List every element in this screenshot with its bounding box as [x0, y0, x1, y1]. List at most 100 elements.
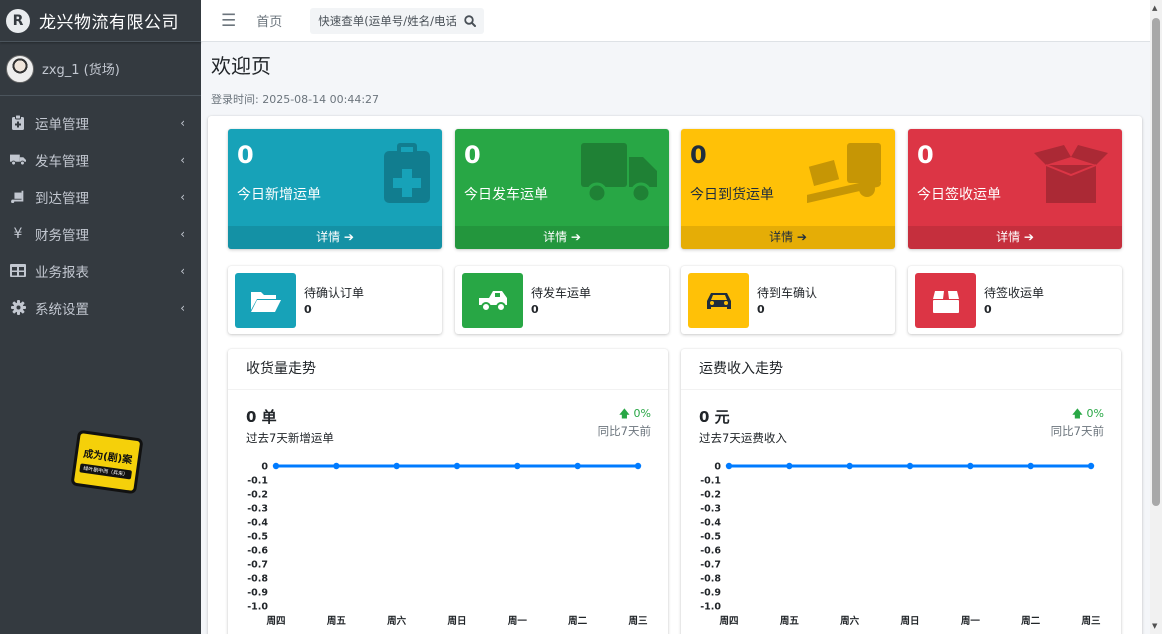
car-icon — [688, 273, 749, 328]
brand-logo: R — [6, 8, 30, 33]
quick-search — [310, 7, 485, 34]
info-box-pending-sign[interactable]: 待签收运单 0 — [908, 266, 1122, 334]
sidebar-item-finance[interactable]: ¥ 财务管理 ‹ — [0, 215, 201, 252]
data-point — [967, 462, 974, 470]
line-chart-freight-income: 0 -0.1 -0.2 -0.3 -0.4 -0.5 -0.6 -0.7 -0.8 -0.9 -1.… — [700, 462, 1101, 628]
x-tick-label: 周五 — [327, 616, 347, 627]
avatar — [6, 54, 34, 83]
info-value: 0 — [757, 303, 765, 316]
chevron-left-icon: ‹ — [180, 226, 185, 241]
divider — [681, 389, 1121, 390]
x-tick-label: 周三 — [628, 616, 648, 627]
data-point — [514, 462, 521, 470]
info-box-pending-confirm[interactable]: 待确认订单 0 — [228, 266, 442, 334]
search-icon[interactable] — [456, 14, 484, 27]
stat-value: 0 — [917, 141, 934, 169]
info-label: 待签收运单 — [984, 286, 1045, 300]
home-link[interactable]: 首页 — [256, 11, 282, 30]
details-link[interactable]: 详情 ➔ — [455, 226, 669, 249]
data-point — [786, 462, 793, 470]
user-panel[interactable]: zxg_1 (货场) — [0, 42, 201, 96]
stat-value: 0 — [464, 141, 481, 169]
user-name: zxg_1 (货场) — [42, 63, 120, 78]
truck-icon — [581, 143, 657, 207]
brand-name: 龙兴物流有限公司 — [39, 13, 179, 33]
y-tick-label: -0.2 — [700, 490, 721, 501]
brand-link[interactable]: R 龙兴物流有限公司 — [0, 0, 201, 42]
yen-icon: ¥ — [13, 225, 23, 242]
sidebar-item-label: 到达管理 — [35, 190, 89, 207]
chevron-left-icon: ‹ — [180, 115, 185, 130]
stat-label: 今日到货运单 — [690, 187, 774, 203]
dolly-icon — [10, 190, 26, 204]
y-tick-label: -0.3 — [700, 504, 721, 515]
data-point — [846, 462, 853, 470]
x-tick-label: 周一 — [508, 616, 528, 627]
stat-label: 今日签收运单 — [917, 187, 1001, 203]
stat-box-departed-today: 0 今日发车运单 详情 ➔ — [455, 129, 669, 249]
content-header: 欢迎页 登录时间: 2025-08-14 00:44:27 — [211, 50, 379, 107]
x-tick-label: 周日 — [900, 616, 919, 627]
info-label: 待确认订单 — [304, 286, 365, 300]
x-tick-label: 周五 — [780, 616, 800, 627]
y-tick-label: -0.8 — [700, 574, 721, 585]
stat-box-arrived-today: 0 今日到货运单 详情 ➔ — [681, 129, 895, 249]
info-label: 待发车运单 — [531, 286, 592, 300]
x-tick-label: 周二 — [568, 616, 588, 627]
divider — [228, 389, 668, 390]
sidebar-item-label: 发车管理 — [35, 153, 89, 170]
chart-subtitle: 过去7天新增运单 — [246, 431, 334, 445]
promo-title: 成为(剧)案 — [82, 448, 133, 467]
y-tick-label: -0.9 — [247, 588, 268, 599]
data-point — [1087, 462, 1095, 470]
sidebar-item-settings[interactable]: 系统设置 ‹ — [0, 289, 201, 326]
x-tick-label: 周三 — [1081, 616, 1101, 627]
clipboard-icon — [10, 115, 26, 130]
data-point — [333, 462, 340, 470]
y-tick-label: -0.3 — [247, 504, 268, 515]
chart-card-receipts: 收货量走势 0 单 过去7天新增运单 🡅 0% 同比7天前 0 -0.1 -0.2 -… — [228, 349, 668, 634]
scroll-up-arrow-icon[interactable]: ▲ — [1152, 4, 1157, 12]
data-point — [906, 462, 914, 470]
sidebar: R 龙兴物流有限公司 zxg_1 (货场) 运单管理 ‹ 发车管理 ‹ 到达管理… — [0, 0, 201, 634]
sidebar-item-label: 系统设置 — [35, 301, 89, 318]
line-chart-receipts: 0 -0.1 -0.2 -0.3 -0.4 -0.5 -0.6 -0.7 -0.8 -0.9 -1.… — [247, 462, 648, 628]
y-tick-label: 0 — [714, 462, 721, 473]
info-value: 0 — [984, 303, 992, 316]
sidebar-item-departure[interactable]: 发车管理 ‹ — [0, 141, 201, 178]
arrow-up-icon: 🡅 — [1071, 407, 1084, 420]
sidebar-item-waybill[interactable]: 运单管理 ‹ — [0, 104, 201, 141]
x-tick-label: 周四 — [719, 616, 738, 627]
y-tick-label: -0.5 — [247, 532, 268, 543]
x-tick-label: 周日 — [447, 616, 466, 627]
scroll-thumb[interactable] — [1152, 18, 1160, 506]
data-point — [272, 462, 280, 470]
scroll-down-arrow-icon[interactable]: ▼ — [1152, 622, 1157, 630]
details-link[interactable]: 详情 ➔ — [908, 226, 1122, 249]
sidebar-item-reports[interactable]: 业务报表 ‹ — [0, 252, 201, 289]
y-tick-label: 0 — [261, 462, 268, 473]
sidebar-item-arrival[interactable]: 到达管理 ‹ — [0, 178, 201, 215]
info-box-pending-arrival[interactable]: 待到车确认 0 — [681, 266, 895, 334]
menu-toggle-icon[interactable]: ☰ — [221, 11, 236, 31]
x-tick-label: 周六 — [387, 615, 407, 627]
table-icon — [10, 264, 26, 277]
clipboard-plus-icon — [384, 143, 430, 207]
y-tick-label: -0.2 — [247, 490, 268, 501]
details-link[interactable]: 详情 ➔ — [681, 226, 895, 249]
info-label: 待到车确认 — [757, 286, 818, 300]
chevron-left-icon: ‹ — [180, 263, 185, 278]
search-input[interactable] — [310, 13, 457, 28]
y-tick-label: -0.1 — [700, 476, 721, 487]
sidebar-item-label: 财务管理 — [35, 227, 89, 244]
chart-card-freight-income: 运费收入走势 0 元 过去7天运费收入 🡅 0% 同比7天前 0 -0.1 -0.2… — [681, 349, 1121, 634]
page-scrollbar[interactable]: ▲ ▼ — [1150, 0, 1162, 634]
stat-box-new-today: 0 今日新增运单 详情 ➔ — [228, 129, 442, 249]
details-link[interactable]: 详情 ➔ — [228, 226, 442, 249]
folder-open-icon — [235, 273, 296, 328]
chevron-left-icon: ‹ — [180, 152, 185, 167]
stat-box-signed-today: 0 今日签收运单 详情 ➔ — [908, 129, 1122, 249]
info-box-pending-departure[interactable]: 待发车运单 0 — [455, 266, 669, 334]
data-point — [574, 462, 581, 470]
data-point — [634, 462, 642, 470]
